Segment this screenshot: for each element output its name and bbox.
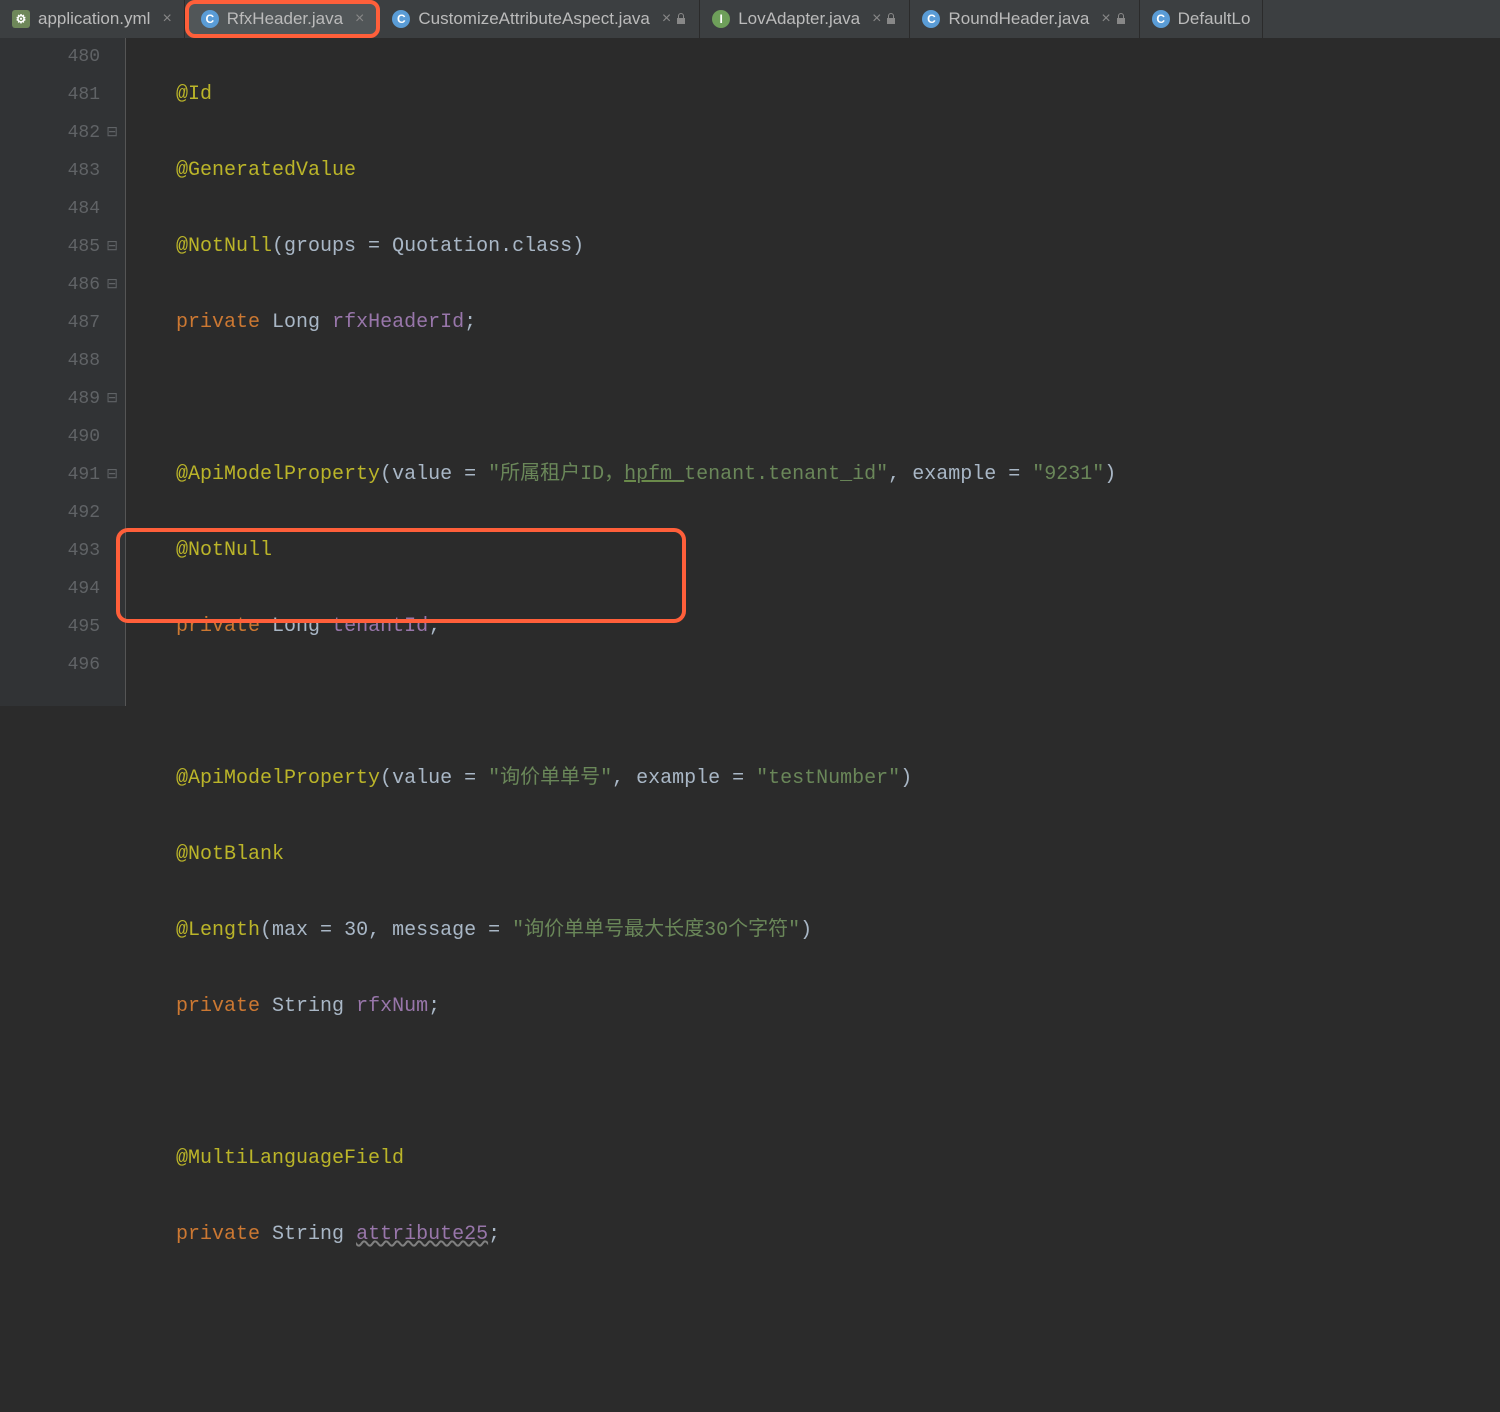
line-number: 488 (0, 342, 100, 380)
lock-icon (1115, 13, 1127, 25)
code-line: @GeneratedValue (176, 152, 1500, 190)
java-class-icon: C (201, 10, 219, 28)
line-number-gutter: 480 481 482⊟ 483 484 485⊟ 486⊟ 487 488 4… (0, 38, 125, 706)
fold-icon[interactable]: ⊟ (106, 380, 118, 418)
yml-icon: ⚙ (12, 10, 30, 28)
close-icon[interactable]: × (162, 10, 171, 28)
lock-icon (675, 13, 687, 25)
code-line (176, 1064, 1500, 1102)
line-number: 493 (0, 532, 100, 570)
fold-icon[interactable]: ⊟ (106, 456, 118, 494)
code-line: @ApiModelProperty(value = "所属租户ID，hpfm_t… (176, 456, 1500, 494)
close-icon[interactable]: × (1101, 10, 1110, 28)
code-line: @Id (176, 76, 1500, 114)
tab-customizeattributeaspect[interactable]: C CustomizeAttributeAspect.java × (380, 0, 700, 38)
code-line: @NotNull (176, 532, 1500, 570)
line-number: 489⊟ (0, 380, 100, 418)
line-number: 480 (0, 38, 100, 76)
code-line: private String rfxNum; (176, 988, 1500, 1026)
tab-label: DefaultLo (1178, 9, 1251, 29)
line-number: 483 (0, 152, 100, 190)
close-icon[interactable]: × (872, 10, 881, 28)
java-class-icon: C (1152, 10, 1170, 28)
lock-icon (885, 13, 897, 25)
tab-application-yml[interactable]: ⚙ application.yml × (0, 0, 185, 38)
line-number: 482⊟ (0, 114, 100, 152)
line-number: 484 (0, 190, 100, 228)
code-line (176, 684, 1500, 722)
tab-label: RfxHeader.java (227, 9, 343, 29)
code-line: @ApiModelProperty(value = "询价单单号", examp… (176, 760, 1500, 798)
line-number: 486⊟ (0, 266, 100, 304)
java-class-icon: C (922, 10, 940, 28)
line-number: 495 (0, 608, 100, 646)
code-line: @NotNull(groups = Quotation.class) (176, 228, 1500, 266)
fold-icon[interactable]: ⊟ (106, 114, 118, 152)
code-line: @MultiLanguageField (176, 1140, 1500, 1178)
tab-label: CustomizeAttributeAspect.java (418, 9, 650, 29)
tab-defaultlo[interactable]: C DefaultLo (1140, 0, 1264, 38)
line-number: 481 (0, 76, 100, 114)
tab-roundheader[interactable]: C RoundHeader.java × (910, 0, 1139, 38)
code-line: private Long rfxHeaderId; (176, 304, 1500, 342)
fold-icon[interactable]: ⊟ (106, 266, 118, 304)
line-number: 487 (0, 304, 100, 342)
line-number: 494 (0, 570, 100, 608)
line-number: 492 (0, 494, 100, 532)
tab-lovadapter[interactable]: I LovAdapter.java × (700, 0, 910, 38)
tab-label: RoundHeader.java (948, 9, 1089, 29)
editor-tabs: ⚙ application.yml × C RfxHeader.java × C… (0, 0, 1500, 38)
line-number: 496 (0, 646, 100, 684)
tab-label: LovAdapter.java (738, 9, 860, 29)
code-line: @NotBlank (176, 836, 1500, 874)
code-line: private Long tenantId; (176, 608, 1500, 646)
line-number: 490 (0, 418, 100, 456)
code-editor[interactable]: 480 481 482⊟ 483 484 485⊟ 486⊟ 487 488 4… (0, 38, 1500, 706)
code-line (176, 1292, 1500, 1330)
java-interface-icon: I (712, 10, 730, 28)
line-number: 485⊟ (0, 228, 100, 266)
fold-icon[interactable]: ⊟ (106, 228, 118, 266)
tab-label: application.yml (38, 9, 150, 29)
java-class-icon: C (392, 10, 410, 28)
code-line: @Length(max = 30, message = "询价单单号最大长度30… (176, 912, 1500, 950)
code-content[interactable]: @Id @GeneratedValue @NotNull(groups = Qu… (126, 38, 1500, 706)
line-number: 491⊟ (0, 456, 100, 494)
close-icon[interactable]: × (355, 10, 364, 28)
code-line: private String attribute25; (176, 1216, 1500, 1254)
code-line (176, 380, 1500, 418)
close-icon[interactable]: × (662, 10, 671, 28)
tab-rfxheader[interactable]: C RfxHeader.java × (185, 0, 381, 38)
